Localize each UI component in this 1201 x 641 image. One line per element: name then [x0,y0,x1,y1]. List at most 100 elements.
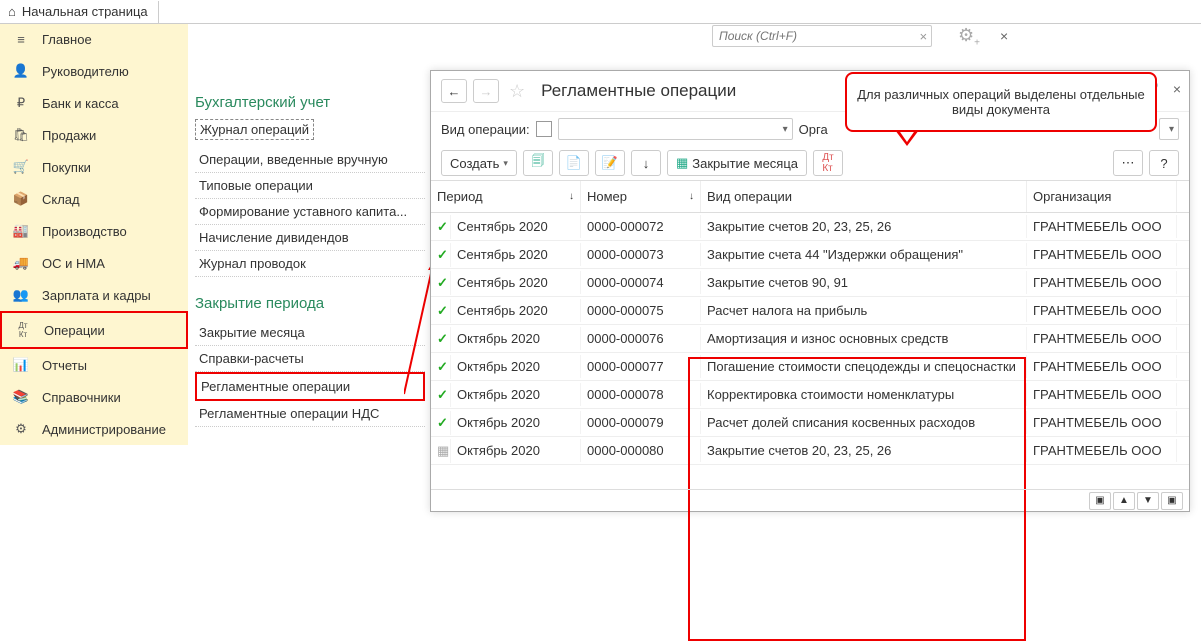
global-search[interactable]: × [712,25,932,47]
sidebar-item-6[interactable]: 🏭Производство [0,215,188,247]
forward-button[interactable]: → [473,79,499,103]
sidebar-item-10[interactable]: 📊Отчеты [0,349,188,381]
sidebar-label: Администрирование [42,422,166,437]
th-number[interactable]: Номер↓ [581,181,701,212]
close-panel-icon[interactable]: × [1000,28,1008,44]
th-period[interactable]: Период↓ [431,181,581,212]
cell-number: 0000-000074 [581,271,701,294]
subpanel: Бухгалтерский учет Журнал операций Опера… [195,90,425,427]
home-tab-label: Начальная страница [22,4,148,19]
table-row[interactable]: ✓Сентябрь 20200000-000072Закрытие счетов… [431,213,1189,241]
scroll-bottom-button[interactable]: ▣ [1161,492,1183,510]
scroll-up-button[interactable]: ▲ [1113,492,1135,510]
cell-op: Закрытие счетов 90, 91 [701,271,1027,294]
sidebar-item-8[interactable]: 👥Зарплата и кадры [0,279,188,311]
sidebar-icon: 👤 [12,63,30,79]
row-status-icon: ✓ [431,243,451,267]
sidebar-icon: ⚙ [12,421,30,437]
table: Период↓ Номер↓ Вид операции Организация … [431,181,1189,465]
sub-item-reglament[interactable]: Регламентные операции [195,372,425,401]
subpanel-heading-2: Закрытие периода [195,295,425,312]
month-close-button[interactable]: ▦ Закрытие месяца [667,150,807,176]
more-button[interactable]: ⋯ [1113,150,1143,176]
sidebar-label: Банк и касса [42,96,119,111]
edit-button[interactable]: 📝 [595,150,625,176]
sort-icon: ↓ [569,191,574,202]
sidebar-item-4[interactable]: 🛒Покупки [0,151,188,183]
down-button[interactable]: ↓ [631,150,661,176]
cell-number: 0000-000072 [581,215,701,238]
back-button[interactable]: ← [441,79,467,103]
sidebar-item-11[interactable]: 📚Справочники [0,381,188,413]
sub-item[interactable]: Регламентные операции НДС [195,401,425,427]
gear-icon[interactable]: ⚙+ [958,25,980,49]
table-row[interactable]: ▦Октябрь 20200000-000080Закрытие счетов … [431,437,1189,465]
cell-number: 0000-000077 [581,355,701,378]
cell-op: Амортизация и износ основных средств [701,327,1027,350]
sidebar-item-5[interactable]: 📦Склад [0,183,188,215]
scroll-down-button[interactable]: ▼ [1137,492,1159,510]
cell-op: Погашение стоимости спецодежды и спецосн… [701,355,1027,378]
sub-item[interactable]: Операции, введенные вручную [195,147,425,173]
create-button[interactable]: Создать▾ [441,150,517,176]
sidebar-label: ОС и НМА [42,256,105,271]
dk-button[interactable]: ДтКт [813,150,843,176]
sub-item[interactable]: Журнал проводок [195,251,425,277]
cell-org: ГРАНТМЕБЕЛЬ ООО [1027,383,1177,406]
cell-op: Закрытие счетов 20, 23, 25, 26 [701,439,1027,462]
sub-item[interactable]: Типовые операции [195,173,425,199]
sheet-button[interactable]: 📄 [559,150,589,176]
home-tab[interactable]: ⌂ Начальная страница [8,1,159,23]
cell-org: ГРАНТМЕБЕЛЬ ООО [1027,215,1177,238]
close-window-icon[interactable]: × [1173,81,1181,97]
cell-org: ГРАНТМЕБЕЛЬ ООО [1027,439,1177,462]
sidebar-item-1[interactable]: 👤 Руководителю [0,55,188,87]
sidebar-item-12[interactable]: ⚙ Администрирование [0,413,188,445]
cell-period: Октябрь 2020 [451,355,581,378]
table-row[interactable]: ✓Сентябрь 20200000-000075Расчет налога н… [431,297,1189,325]
cell-number: 0000-000075 [581,299,701,322]
sidebar-label: Зарплата и кадры [42,288,151,303]
table-row[interactable]: ✓Октябрь 20200000-000078Корректировка ст… [431,381,1189,409]
sub-item[interactable]: Начисление дивидендов [195,225,425,251]
table-row[interactable]: ✓Октябрь 20200000-000076Амортизация и из… [431,325,1189,353]
copy-button[interactable]: 🗐 [523,150,553,176]
table-row[interactable]: ✓Сентябрь 20200000-000073Закрытие счета … [431,241,1189,269]
sidebar-label: Продажи [42,128,96,143]
clear-icon[interactable]: × [919,29,927,44]
filter-dropdown-op[interactable]: ▾ [558,118,793,140]
table-row[interactable]: ✓Сентябрь 20200000-000074Закрытие счетов… [431,269,1189,297]
cell-org: ГРАНТМЕБЕЛЬ ООО [1027,271,1177,294]
sidebar-item-9[interactable]: Дт КтОперации [0,311,188,349]
table-row[interactable]: ✓Октябрь 20200000-000079Расчет долей спи… [431,409,1189,437]
sidebar-label: Главное [42,32,92,47]
row-status-icon: ▦ [431,439,451,463]
callout: Для различных операций выделены отдельны… [845,72,1157,132]
cell-org: ГРАНТМЕБЕЛЬ ООО [1027,411,1177,434]
sub-item[interactable]: Справки-расчеты [195,346,425,372]
sub-item[interactable]: Закрытие месяца [195,320,425,346]
filter-dropdown-extra[interactable]: ▾ [1159,118,1179,140]
filter-checkbox-op[interactable] [536,121,552,137]
help-button[interactable]: ? [1149,150,1179,176]
sidebar-item-2[interactable]: ₽Банк и касса [0,87,188,119]
callout-tail [895,130,919,146]
sidebar-item-3[interactable]: 🛍 Продажи [0,119,188,151]
sidebar-icon: 📚 [12,389,30,405]
sidebar-label: Руководителю [42,64,129,79]
star-icon[interactable]: ☆ [509,81,525,102]
th-org[interactable]: Организация [1027,181,1177,212]
sidebar-item-7[interactable]: 🚚ОС и НМА [0,247,188,279]
sidebar-icon: ≡ [12,32,30,47]
sub-item-journal[interactable]: Журнал операций [195,119,314,140]
scroll-top-button[interactable]: ▣ [1089,492,1111,510]
cell-op: Закрытие счета 44 "Издержки обращения" [701,243,1027,266]
th-op[interactable]: Вид операции [701,181,1027,212]
sidebar-label: Покупки [42,160,91,175]
sub-item[interactable]: Формирование уставного капита... [195,199,425,225]
sidebar-icon: 🛍 [12,127,30,143]
table-row[interactable]: ✓Октябрь 20200000-000077Погашение стоимо… [431,353,1189,381]
cell-op: Расчет налога на прибыль [701,299,1027,322]
sidebar-item-0[interactable]: ≡ Главное [0,24,188,55]
search-input[interactable] [717,28,919,44]
